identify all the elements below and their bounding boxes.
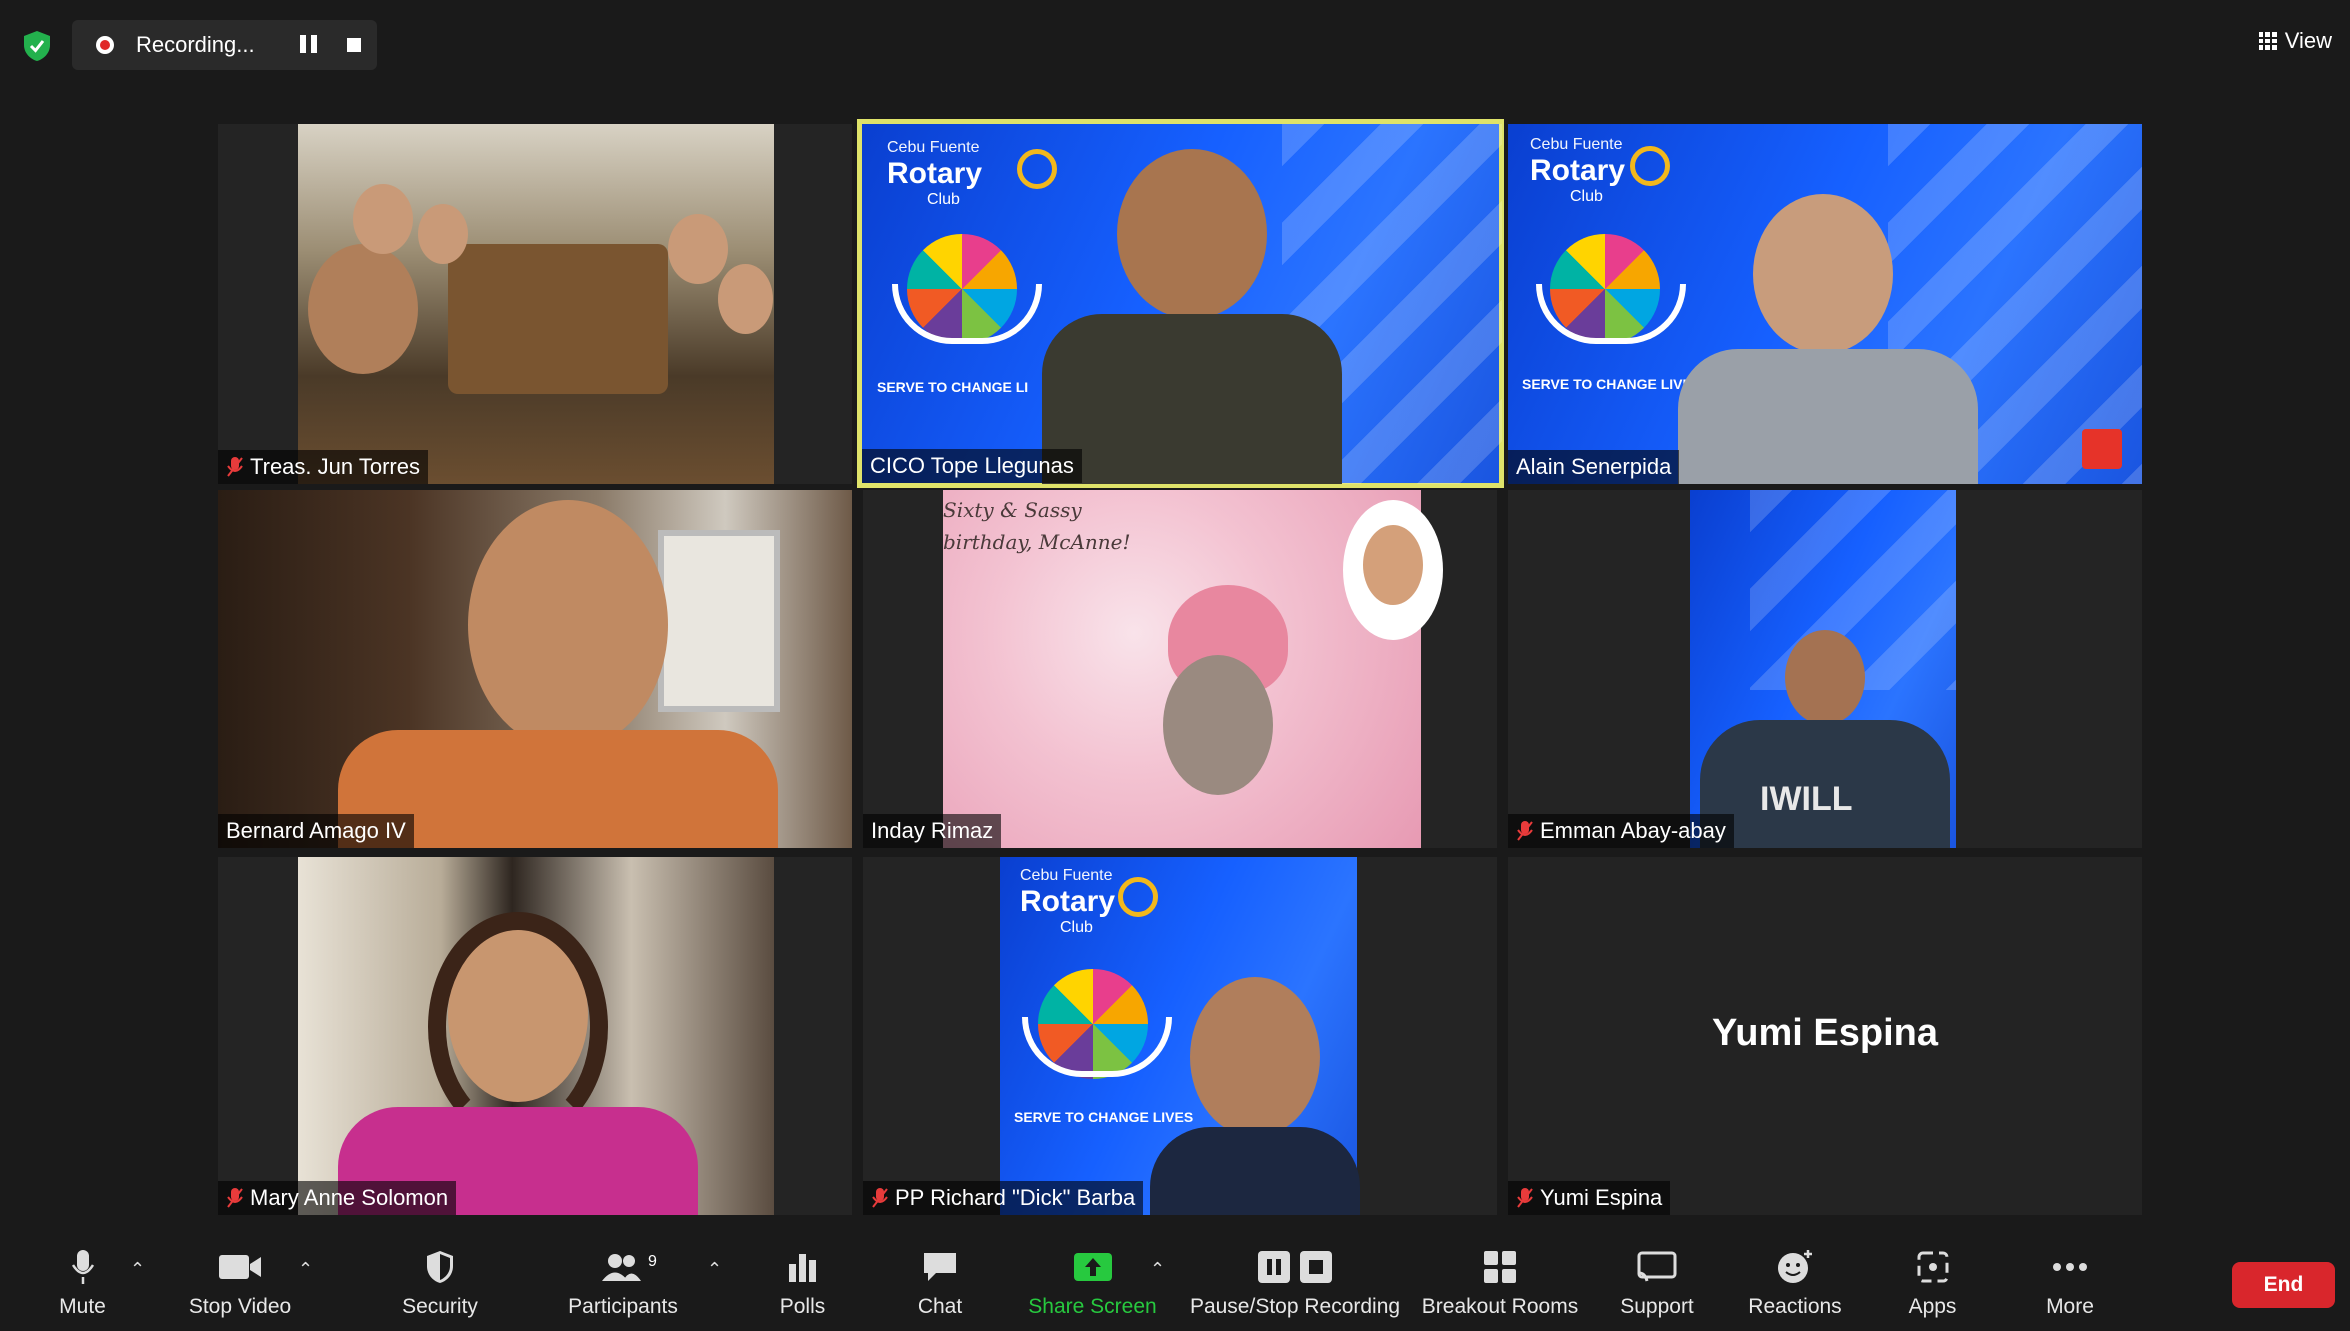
chat-bubble-icon <box>924 1253 956 1281</box>
cast-support-icon <box>1637 1251 1677 1282</box>
video-tile-active-speaker[interactable]: Cebu Fuente Rotary Club SERVE TO CHANGE … <box>857 119 1504 488</box>
polls-button[interactable]: Polls <box>770 1235 835 1331</box>
mic-muted-icon <box>227 1188 243 1208</box>
rotary-wheel-icon <box>1118 877 1158 917</box>
share-screen-icon <box>1073 1253 1112 1281</box>
share-options-caret[interactable]: ⌃ <box>1150 1259 1165 1280</box>
view-button[interactable]: View <box>2258 28 2332 54</box>
video-tile[interactable]: Cebu Fuente Rotary Club SERVE TO CHANGE … <box>1508 124 2142 484</box>
rotary-wheel-icon <box>1017 149 1057 189</box>
participant-name-label: Mary Anne Solomon <box>218 1181 457 1215</box>
apps-button[interactable]: Apps <box>1900 1235 1965 1331</box>
video-tile[interactable]: Bernard Amago IV <box>218 490 852 848</box>
participant-name-label: Treas. Jun Torres <box>218 450 428 484</box>
participant-video <box>218 490 852 848</box>
mic-muted-icon <box>227 457 243 477</box>
portrait-circle <box>1343 500 1443 640</box>
rotary-wheel-icon <box>1630 146 1670 186</box>
support-button[interactable]: Support <box>1612 1235 1702 1331</box>
participant-video <box>298 124 774 484</box>
view-label: View <box>2284 28 2332 53</box>
pause-recording-button[interactable] <box>300 35 322 55</box>
video-tile[interactable]: Cebu Fuente Rotary Club SERVE TO CHANGE … <box>863 857 1497 1215</box>
video-tile[interactable]: Treas. Jun Torres <box>218 124 852 484</box>
participants-count-badge: 9 <box>648 1253 657 1270</box>
meeting-toolbar: Mute ⌃ Stop Video ⌃ Security Participant… <box>0 1235 2350 1331</box>
stop-icon <box>1300 1251 1332 1283</box>
shield-icon <box>427 1251 453 1283</box>
pause-stop-recording-button[interactable]: Pause/Stop Recording <box>1190 1235 1400 1331</box>
participants-options-caret[interactable]: ⌃ <box>707 1259 722 1280</box>
reactions-button[interactable]: Reactions <box>1745 1235 1845 1331</box>
participant-display-name: Yumi Espina <box>1712 1012 1938 1054</box>
participant-video <box>298 857 774 1215</box>
more-dots-icon <box>2053 1263 2087 1271</box>
recording-indicator: Recording... <box>72 20 377 70</box>
share-screen-button[interactable]: Share Screen <box>1028 1235 1157 1331</box>
participant-video: Cebu Fuente Rotary Club SERVE TO CHANGE … <box>862 124 1502 484</box>
mic-muted-icon <box>1517 1188 1533 1208</box>
mic-muted-icon <box>872 1188 888 1208</box>
video-tile-camera-off[interactable]: Yumi Espina Yumi Espina <box>1508 857 2142 1215</box>
participant-video: Cebu Fuente Rotary Club SERVE TO CHANGE … <box>1000 857 1360 1215</box>
participant-video: Sixty & Sassy birthday, McAnne! <box>943 490 1443 848</box>
record-dot-icon <box>96 36 114 54</box>
participant-name-label: Yumi Espina <box>1508 1181 1671 1215</box>
participant-name-label: PP Richard "Dick" Barba <box>863 1181 1144 1215</box>
microphone-icon <box>71 1250 94 1284</box>
video-tile[interactable]: Mary Anne Solomon <box>218 857 852 1215</box>
more-button[interactable]: More <box>2040 1235 2100 1331</box>
breakout-rooms-icon <box>1484 1251 1516 1283</box>
mic-muted-icon <box>1517 821 1533 841</box>
pause-icon <box>1258 1251 1290 1283</box>
video-tile[interactable]: Sixty & Sassy birthday, McAnne! Inday Ri… <box>863 490 1497 848</box>
video-tile[interactable]: IWILL Emman Abay-abay <box>1508 490 2142 848</box>
apps-icon <box>1917 1251 1948 1283</box>
stop-video-button[interactable]: Stop Video <box>185 1235 295 1331</box>
participant-name-label: Emman Abay-abay <box>1508 814 1734 848</box>
breakout-rooms-button[interactable]: Breakout Rooms <box>1420 1235 1580 1331</box>
video-camera-icon <box>219 1255 261 1279</box>
participants-button[interactable]: Participants <box>563 1235 683 1331</box>
stop-recording-button[interactable] <box>347 38 361 52</box>
chat-button[interactable]: Chat <box>910 1235 970 1331</box>
security-button[interactable]: Security <box>395 1235 485 1331</box>
participant-video: Cebu Fuente Rotary Club SERVE TO CHANGE … <box>1508 124 2142 484</box>
participants-icon <box>602 1254 641 1281</box>
participant-name-label: Alain Senerpida <box>1508 450 1680 484</box>
dinner-table <box>448 244 668 394</box>
security-shield-icon[interactable] <box>22 30 52 62</box>
mute-button[interactable]: Mute <box>45 1235 120 1331</box>
bar-chart-icon <box>788 1254 816 1282</box>
video-options-caret[interactable]: ⌃ <box>298 1259 313 1280</box>
end-polio-badge <box>2082 429 2122 469</box>
end-meeting-button[interactable]: End <box>2232 1262 2335 1308</box>
smiley-plus-icon <box>1778 1250 1812 1283</box>
recording-label: Recording... <box>136 32 255 57</box>
participant-name-label: Inday Rimaz <box>863 814 1002 848</box>
participant-name-label: CICO Tope Llegunas <box>862 449 1082 483</box>
audio-options-caret[interactable]: ⌃ <box>130 1259 145 1280</box>
grid-view-icon <box>2258 32 2277 50</box>
participant-name-label: Bernard Amago IV <box>218 814 414 848</box>
participant-video: IWILL <box>1690 490 1956 848</box>
window <box>658 530 780 712</box>
